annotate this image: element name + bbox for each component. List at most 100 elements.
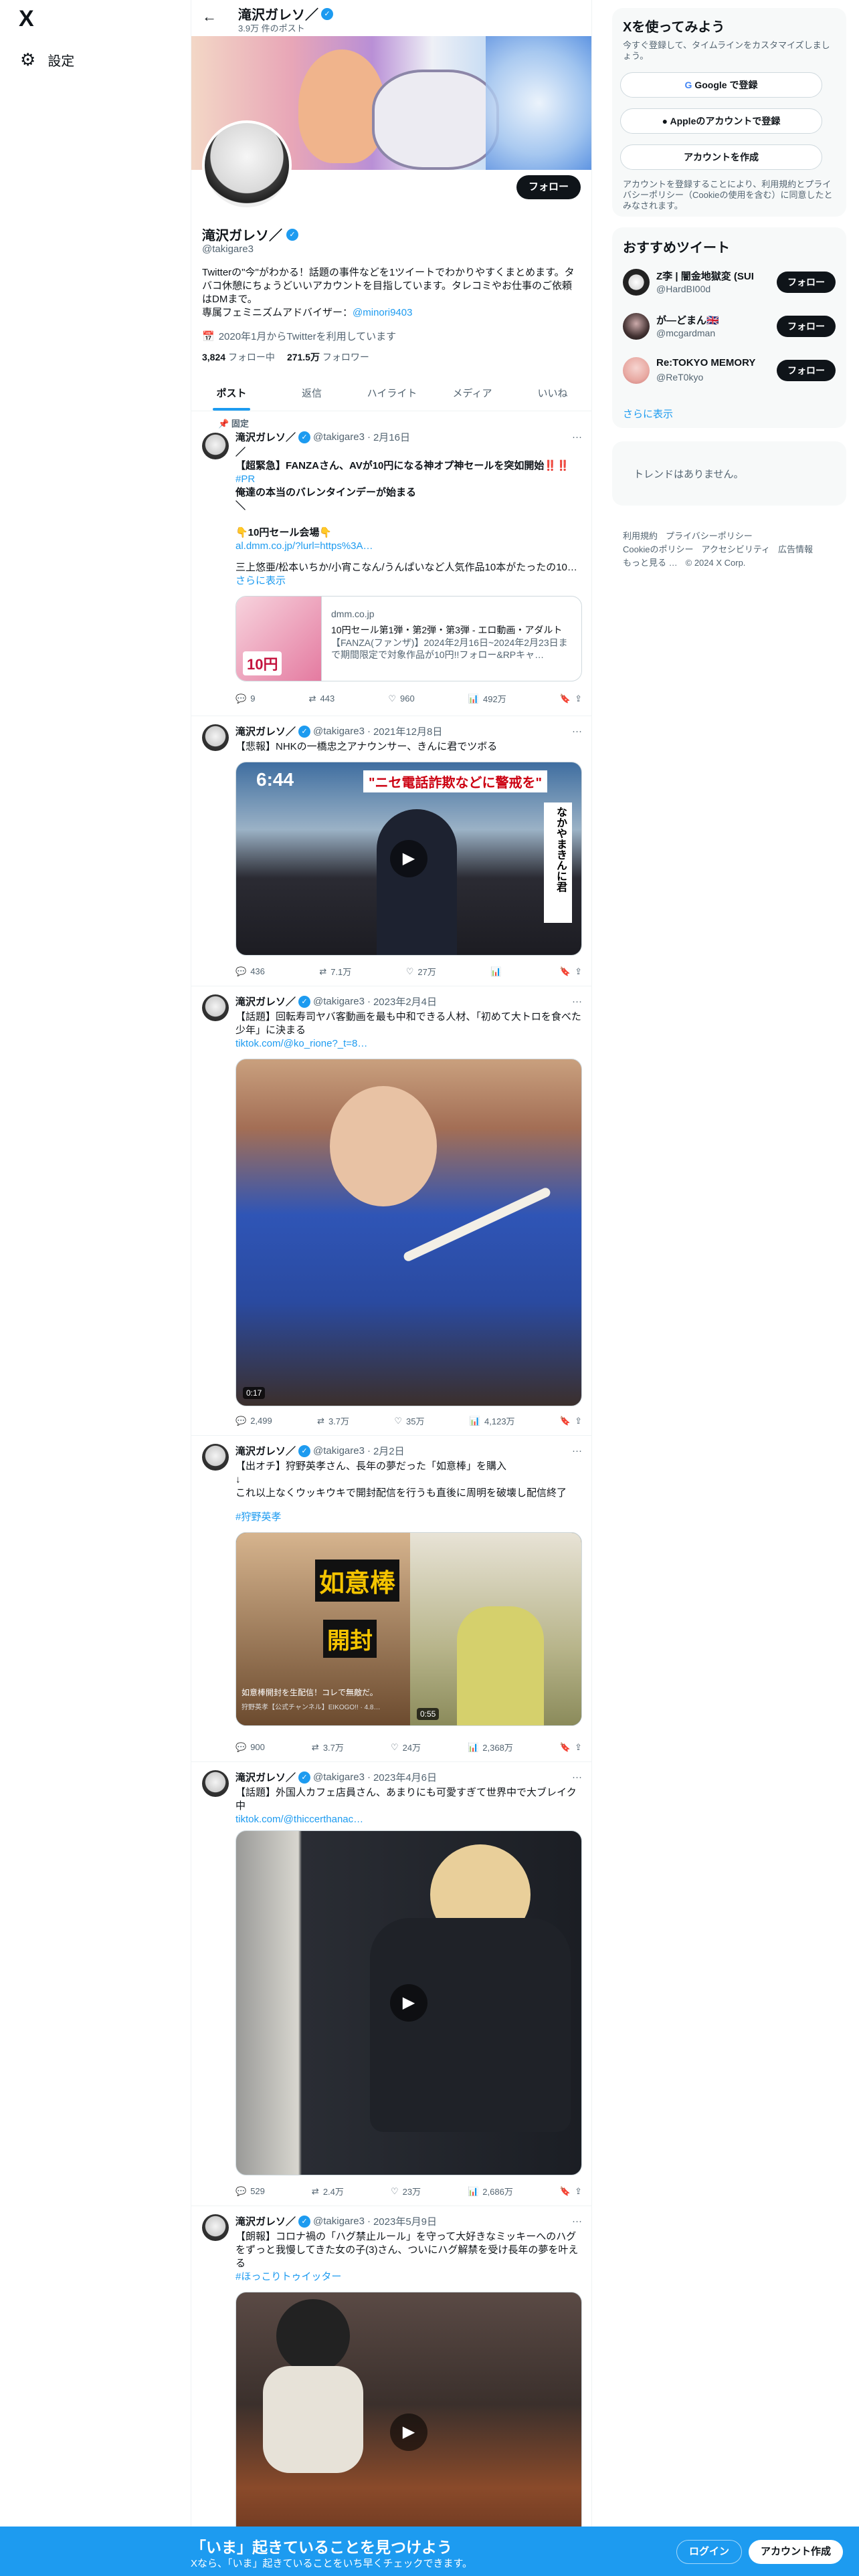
views-button[interactable]: 📊 492万 — [468, 692, 506, 705]
views-button[interactable]: 📊 2,686万 — [468, 2185, 513, 2197]
retweet-button[interactable]: ⇄ 443 — [309, 692, 335, 705]
author-name[interactable]: 滝沢ガレソ／ — [235, 1770, 296, 1784]
link-card[interactable]: 10円 dmm.co.jp 10円セール第1弾・第2弾・第3弾 - エロ動画・ア… — [235, 596, 582, 681]
reply-button[interactable]: 💬 9 — [235, 692, 255, 705]
reply-button[interactable]: 💬 2,499 — [235, 1414, 272, 1427]
follow-button[interactable]: フォロー — [516, 175, 581, 199]
reply-button[interactable]: 💬 529 — [235, 2185, 265, 2197]
tweet-date[interactable]: 2月2日 — [373, 1444, 405, 1458]
bio-link[interactable]: @minori9403 — [353, 307, 412, 318]
footer-link[interactable]: もっと見る … — [623, 558, 678, 568]
tweet-video[interactable]: 0:17 — [235, 1059, 582, 1406]
share-icon[interactable]: ⇪ — [575, 966, 582, 977]
tweet[interactable]: 📌 固定 滝沢ガレソ／ ✓ @takigare3 · 2月16日 ··· ／ 【… — [191, 411, 591, 716]
tweet[interactable]: 滝沢ガレソ／ ✓ @takigare3 · 2023年2月4日 ··· 【話題】… — [191, 986, 591, 1436]
more-icon[interactable]: ··· — [572, 431, 582, 443]
following-link[interactable]: 3,824 フォロー中 — [202, 350, 275, 364]
like-button[interactable]: ♡ 27万 — [406, 965, 436, 978]
views-button[interactable]: 📊 — [490, 965, 505, 978]
bookmark-icon[interactable]: 🔖 — [560, 1742, 571, 1753]
tweet[interactable]: 滝沢ガレソ／ ✓ @takigare3 · 2023年5月9日 ··· 【朗報】… — [191, 2206, 591, 2576]
like-button[interactable]: ♡ 960 — [388, 692, 414, 705]
author-name[interactable]: 滝沢ガレソ／ — [235, 2214, 296, 2228]
recommend-item[interactable]: が―どまん🇬🇧 @mcgardman フォロー — [623, 309, 836, 344]
tab-posts[interactable]: ポスト — [191, 376, 272, 411]
follow-button[interactable]: フォロー — [777, 272, 836, 293]
footer-link[interactable]: 利用規約 — [623, 531, 658, 541]
bookmark-icon[interactable]: 🔖 — [560, 1416, 571, 1426]
recommend-item[interactable]: Re:TOKYO MEMORY @ReT0kyo フォロー — [623, 353, 836, 388]
avatar[interactable] — [202, 1770, 229, 1797]
views-button[interactable]: 📊 4,123万 — [470, 1414, 515, 1427]
settings-link[interactable]: ⚙ 設定 — [20, 49, 74, 70]
recommend-name[interactable]: Z李 | 闇金地獄変 (SUI — [656, 269, 770, 283]
more-icon[interactable]: ··· — [572, 996, 582, 1007]
recommend-name[interactable]: が―どまん🇬🇧 — [656, 313, 770, 327]
author-name[interactable]: 滝沢ガレソ／ — [235, 1444, 296, 1458]
play-icon[interactable]: ▶ — [390, 2413, 427, 2451]
play-icon[interactable]: ▶ — [390, 1984, 427, 2022]
follow-button[interactable]: フォロー — [777, 360, 836, 381]
tab-highlights[interactable]: ハイライト — [352, 376, 432, 411]
tweet-video[interactable]: 6:44 "ニセ電話詐欺などに警戒を" なかやまきんに君 ▶ — [235, 762, 582, 956]
author-name[interactable]: 滝沢ガレソ／ — [235, 724, 296, 738]
tweet[interactable]: 滝沢ガレソ／ ✓ @takigare3 · 2021年12月8日 ··· 【悲報… — [191, 716, 591, 986]
more-icon[interactable]: ··· — [572, 726, 582, 737]
tab-likes[interactable]: いいね — [512, 376, 591, 411]
avatar[interactable] — [623, 313, 650, 340]
like-button[interactable]: ♡ 24万 — [391, 1741, 421, 1753]
followers-link[interactable]: 271.5万 フォロワー — [287, 350, 369, 364]
reply-button[interactable]: 💬 436 — [235, 965, 265, 978]
bookmark-icon[interactable]: 🔖 — [560, 966, 571, 977]
share-icon[interactable]: ⇪ — [575, 693, 582, 704]
tweet[interactable]: 滝沢ガレソ／ ✓ @takigare3 · 2023年4月6日 ··· 【話題】… — [191, 1762, 591, 2206]
signup-button[interactable]: アカウント作成 — [749, 2540, 844, 2564]
create-account-button[interactable]: アカウントを作成 — [620, 144, 822, 170]
share-icon[interactable]: ⇪ — [575, 1742, 582, 1753]
tweet-date[interactable]: 2023年2月4日 — [373, 994, 437, 1008]
bookmark-icon[interactable]: 🔖 — [560, 693, 571, 704]
footer-link[interactable]: 広告情報 — [778, 544, 813, 554]
avatar[interactable] — [202, 2214, 229, 2241]
tweet-date[interactable]: 2023年5月9日 — [373, 2214, 437, 2228]
avatar[interactable] — [623, 269, 650, 296]
tweet[interactable]: 滝沢ガレソ／ ✓ @takigare3 · 2月2日 ··· 【出オチ】狩野英孝… — [191, 1436, 591, 1762]
avatar[interactable] — [202, 433, 229, 459]
author-name[interactable]: 滝沢ガレソ／ — [235, 994, 296, 1008]
follow-button[interactable]: フォロー — [777, 316, 836, 337]
hashtag-link[interactable]: #狩野英孝 — [235, 1511, 582, 1524]
tweet-video[interactable]: 如意棒 開封 如意棒開封を生配信！コレで無敵だ。 狩野英孝【公式チャンネル】EI… — [235, 1532, 582, 1726]
like-button[interactable]: ♡ 35万 — [394, 1414, 424, 1427]
tweet-link[interactable]: al.dmm.co.jp/?lurl=https%3A… — [235, 540, 582, 553]
hashtag-link[interactable]: #ほっこりトゥイッター — [235, 2270, 582, 2284]
avatar[interactable] — [202, 994, 229, 1021]
more-icon[interactable]: ··· — [572, 1772, 582, 1783]
tweet-link[interactable]: tiktok.com/@thiccerthanac… — [235, 1813, 582, 1826]
show-more-link[interactable]: さらに表示 — [235, 574, 582, 588]
share-icon[interactable]: ⇪ — [575, 1416, 582, 1426]
retweet-button[interactable]: ⇄ 3.7万 — [312, 1741, 344, 1753]
google-signup-button[interactable]: G Google で登録 — [620, 72, 822, 98]
tab-replies[interactable]: 返信 — [272, 376, 352, 411]
footer-link[interactable]: Cookieのポリシー — [623, 544, 693, 554]
x-logo-icon[interactable]: X — [19, 7, 40, 30]
recommend-show-more[interactable]: さらに表示 — [623, 407, 673, 421]
recommend-item[interactable]: Z李 | 闇金地獄変 (SUI @HardBI00d フォロー — [623, 265, 836, 300]
recommend-name[interactable]: Re:TOKYO MEMORY — [656, 357, 770, 368]
avatar[interactable] — [202, 724, 229, 751]
footer-link[interactable]: アクセシビリティ — [701, 544, 770, 554]
author-name[interactable]: 滝沢ガレソ／ — [235, 430, 296, 444]
avatar[interactable] — [623, 357, 650, 384]
tweet-video[interactable]: ▶ — [235, 1830, 582, 2175]
more-icon[interactable]: ··· — [572, 1445, 582, 1457]
tweet-date[interactable]: 2023年4月6日 — [373, 1770, 437, 1784]
share-icon[interactable]: ⇪ — [575, 2186, 582, 2197]
apple-signup-button[interactable]: ● Appleのアカウントで登録 — [620, 108, 822, 134]
retweet-button[interactable]: ⇄ 2.4万 — [312, 2185, 344, 2197]
bookmark-icon[interactable]: 🔖 — [560, 2186, 571, 2197]
retweet-button[interactable]: ⇄ 3.7万 — [317, 1414, 349, 1427]
login-button[interactable]: ログイン — [676, 2540, 743, 2564]
avatar[interactable] — [202, 1444, 229, 1471]
tweet-date[interactable]: 2021年12月8日 — [373, 724, 442, 738]
footer-link[interactable]: プライバシーポリシー — [666, 531, 753, 541]
